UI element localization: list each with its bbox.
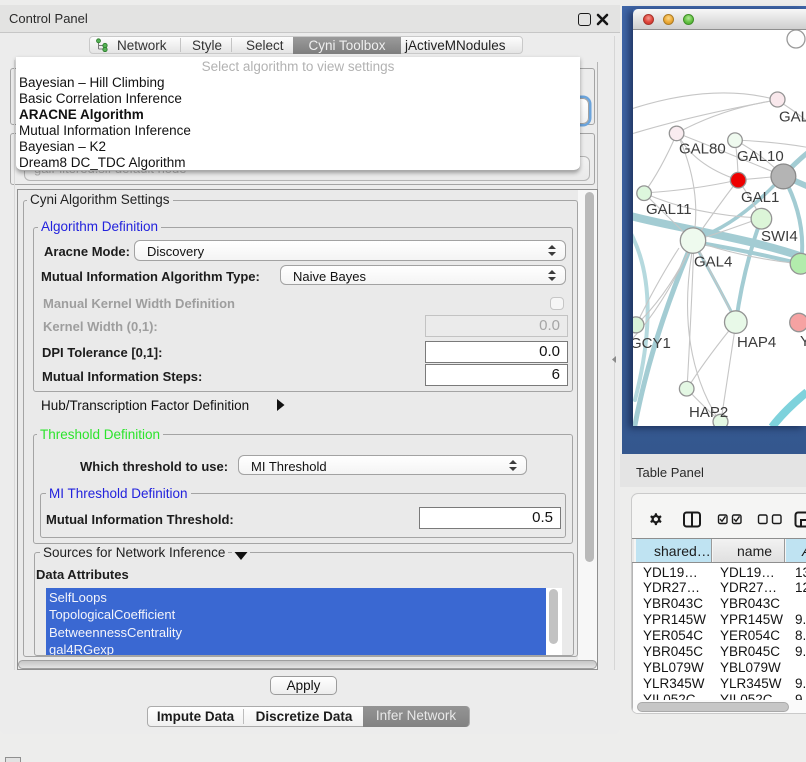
- svg-text:GAL80: GAL80: [679, 141, 726, 158]
- svg-text:GAL4: GAL4: [694, 254, 732, 271]
- svg-text:YE: YE: [800, 333, 806, 350]
- svg-text:SWI4: SWI4: [761, 228, 798, 245]
- svg-text:GAL11: GAL11: [646, 201, 692, 218]
- svg-text:HAP4: HAP4: [737, 334, 776, 351]
- svg-text:HAP2: HAP2: [689, 404, 728, 421]
- svg-text:GAL7: GAL7: [779, 109, 806, 126]
- svg-text:GAL10: GAL10: [737, 148, 784, 165]
- svg-text:GCY1: GCY1: [633, 335, 671, 352]
- svg-text:GAL1: GAL1: [741, 189, 779, 206]
